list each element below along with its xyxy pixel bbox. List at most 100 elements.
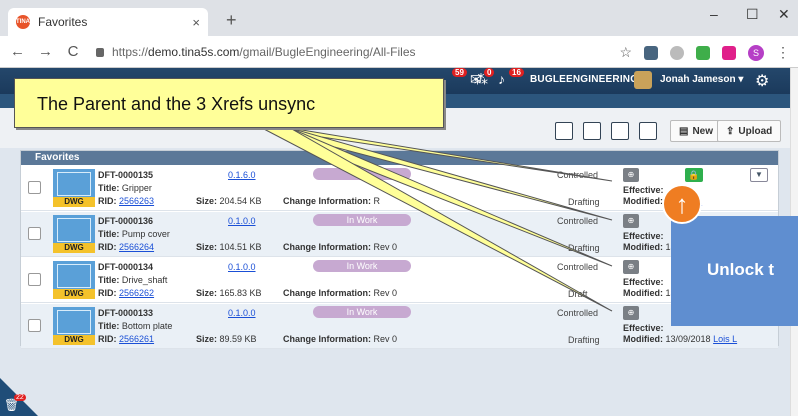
tag-icon[interactable]	[611, 122, 629, 140]
document-title: Title: Pump cover	[98, 229, 170, 239]
document-number[interactable]: DFT-0000136	[98, 216, 153, 226]
lock-icon	[96, 48, 104, 58]
control-status: Controlled	[557, 170, 599, 180]
annotation-callout: The Parent and the 3 Xrefs unsync	[14, 78, 444, 128]
bell-count: 16	[509, 68, 524, 77]
version-link[interactable]: 0.1.0.0	[228, 216, 256, 226]
row-checkbox[interactable]	[28, 181, 41, 194]
control-status: Controlled	[557, 216, 599, 226]
change-info: Change Information: Rev 0	[283, 242, 398, 252]
new-tab-icon[interactable]: +	[226, 10, 237, 31]
state-pill: In Work	[313, 260, 411, 272]
upload-icon: ⇪	[726, 125, 735, 137]
company-name[interactable]: BUGLEENGINEERING	[530, 74, 638, 85]
new-button[interactable]: ▤ New	[670, 120, 723, 142]
org-count: 0	[484, 68, 495, 77]
owner-link[interactable]: Lois L	[713, 334, 737, 344]
forward-icon[interactable]: →	[38, 43, 53, 60]
drawing-preview	[57, 264, 91, 288]
star-icon[interactable]: ☆	[619, 44, 632, 61]
close-window-icon[interactable]: ✕	[778, 6, 790, 23]
panel-title: Favorites	[21, 151, 778, 165]
change-info: Change Information: Rev 0	[283, 334, 398, 344]
workflow-icon[interactable]: ⊕	[623, 168, 639, 182]
browser-tab[interactable]: TINA Favorites ×	[8, 8, 208, 36]
menu-icon[interactable]: ⋮	[776, 44, 790, 61]
file-size: Size: 104.51 KB	[196, 242, 262, 252]
version-link[interactable]: 0.1.0.0	[228, 262, 256, 272]
document-number[interactable]: DFT-0000134	[98, 262, 153, 272]
state-pill: In Work	[313, 306, 411, 318]
url-field[interactable]: https://demo.tina5s.com/gmail/BugleEngin…	[96, 45, 416, 59]
row-dropdown-icon[interactable]: ▼	[750, 168, 768, 182]
rid-link[interactable]: 2566261	[119, 334, 154, 344]
profile-avatar[interactable]: S	[748, 44, 764, 61]
rid-link[interactable]: 2566263	[119, 196, 154, 206]
new-file-icon: ▤	[679, 125, 689, 137]
change-info: Change Information: R	[283, 196, 381, 206]
rid-link[interactable]: 2566264	[119, 242, 154, 252]
extension-icon[interactable]	[696, 45, 710, 60]
drawing-preview	[57, 218, 91, 242]
extension-icon[interactable]	[644, 45, 658, 60]
workflow-icon[interactable]: ⊕	[623, 306, 639, 320]
file-row[interactable]: DWG DFT-0000133 Title: Bottom plate RID:…	[21, 304, 778, 349]
lifecycle-status: Draft	[568, 289, 588, 299]
tab-close-icon[interactable]: ×	[192, 15, 200, 30]
minimize-icon[interactable]: –	[710, 6, 718, 22]
settings-gear-icon[interactable]: ⚙	[755, 71, 769, 91]
workflow-icon[interactable]: ⊕	[623, 260, 639, 274]
lock-icon[interactable]: 🔒	[685, 168, 703, 182]
dwg-thumbnail[interactable]: DWG	[53, 307, 95, 345]
maximize-icon[interactable]: ☐	[746, 6, 759, 23]
modified-info: Modified: 13	[623, 242, 676, 252]
dwg-thumbnail[interactable]: DWG	[53, 169, 95, 207]
document-rid: RID: 2566264	[98, 242, 155, 252]
upload-button[interactable]: ⇪ Upload	[717, 120, 782, 142]
folder-icon[interactable]	[583, 122, 601, 140]
modified-info: Modified: 13/09/2018 Lois L	[623, 334, 738, 344]
version-link[interactable]: 0.1.0.0	[228, 308, 256, 318]
rid-link[interactable]: 2566262	[119, 288, 154, 298]
workflow-icon[interactable]: ⊕	[623, 214, 639, 228]
file-size: Size: 165.83 KB	[196, 288, 262, 298]
version-link[interactable]: 0.1.6.0	[228, 170, 256, 180]
url-scheme: https://	[112, 45, 149, 59]
extension-icons: ☆ S ⋮	[619, 44, 790, 61]
lifecycle-status: Drafting	[568, 197, 600, 207]
row-checkbox[interactable]	[28, 319, 41, 332]
file-type-badge: DWG	[53, 335, 95, 345]
document-rid: RID: 2566261	[98, 334, 155, 344]
bell-icon[interactable]: ♪	[498, 71, 505, 87]
url-path: /gmail/BugleEngineering/All-Files	[239, 45, 416, 59]
dwg-thumbnail[interactable]: DWG	[53, 261, 95, 299]
lifecycle-status: Drafting	[568, 335, 600, 345]
row-checkbox[interactable]	[28, 227, 41, 240]
user-name[interactable]: Jonah Jameson ▾	[660, 74, 743, 85]
state-pill: In Work	[313, 214, 411, 226]
file-row[interactable]: DWG DFT-0000136 Title: Pump cover RID: 2…	[21, 212, 778, 257]
notification-count: 59	[452, 68, 467, 77]
back-icon[interactable]: ←	[10, 43, 25, 60]
file-row[interactable]: DWG DFT-0000134 Title: Drive_shaft RID: …	[21, 258, 778, 303]
unlock-callout: Unlock t	[671, 216, 798, 326]
file-size: Size: 204.54 KB	[196, 196, 262, 206]
row-checkbox[interactable]	[28, 273, 41, 286]
document-title: Title: Gripper	[98, 183, 152, 193]
effective-label: Effective:	[623, 231, 664, 241]
document-rid: RID: 2566262	[98, 288, 155, 298]
document-number[interactable]: DFT-0000135	[98, 170, 153, 180]
drawing-preview	[57, 172, 91, 196]
tina-favicon: TINA	[16, 15, 30, 29]
control-status: Controlled	[557, 308, 599, 318]
trash-count: 22	[14, 394, 26, 401]
change-info: Change Information: Rev 0	[283, 288, 398, 298]
extension-icon[interactable]	[670, 45, 684, 60]
document-icon[interactable]	[639, 122, 657, 140]
dwg-thumbnail[interactable]: DWG	[53, 215, 95, 253]
document-number[interactable]: DFT-0000133	[98, 308, 153, 318]
address-bar: ← → C https://demo.tina5s.com/gmail/Bugl…	[0, 36, 798, 68]
list-view-icon[interactable]	[555, 122, 573, 140]
reload-icon[interactable]: C	[66, 43, 80, 60]
extension-icon[interactable]	[722, 45, 736, 60]
